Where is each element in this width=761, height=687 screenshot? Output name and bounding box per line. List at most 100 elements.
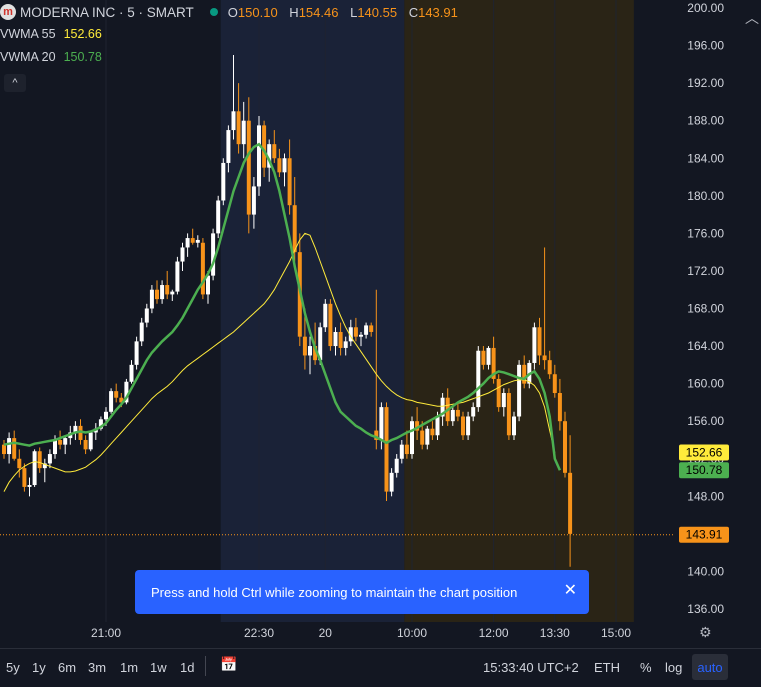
toast-message: Press and hold Ctrl while zooming to mai… — [151, 584, 518, 600]
candle-body — [63, 438, 68, 445]
candle-body — [134, 341, 139, 365]
price-badge-label: 143.91 — [686, 528, 723, 542]
candle-body — [22, 468, 27, 487]
candle-body — [425, 428, 430, 445]
candle-body — [88, 432, 93, 450]
collapse-legend-button[interactable]: ^ — [4, 74, 26, 92]
price-tick-label: 148.00 — [687, 489, 724, 503]
candle-body — [155, 289, 159, 300]
candle-body — [461, 416, 465, 436]
candle-body — [302, 336, 307, 356]
open-value: 150.10 — [237, 4, 278, 20]
candle-body — [231, 111, 236, 131]
candle-body — [282, 158, 287, 173]
candle-body — [333, 331, 338, 347]
auto-scale-button[interactable]: auto — [692, 654, 728, 680]
candle-body — [185, 238, 190, 248]
session-button[interactable]: ETH — [594, 660, 620, 675]
price-tick-label: 156.00 — [687, 414, 724, 428]
open-key: O — [227, 4, 238, 20]
candle-body — [287, 158, 292, 206]
candle-body — [338, 331, 343, 348]
range-1m-button[interactable]: 1m — [120, 660, 138, 675]
candle-body — [257, 125, 261, 187]
vwma20-name: VWMA 20 — [0, 50, 56, 64]
range-3m-button[interactable]: 3m — [88, 660, 106, 675]
candle-body — [144, 308, 149, 323]
high-key: H — [289, 4, 299, 20]
range-1w-button[interactable]: 1w — [150, 660, 167, 675]
candle-body — [517, 364, 522, 417]
chevron-up-icon: ^ — [12, 77, 18, 89]
candle-body — [501, 393, 506, 408]
chevron-up-icon[interactable]: ︿ — [745, 8, 759, 28]
candle-body — [384, 407, 389, 492]
price-tick-label: 184.00 — [687, 151, 724, 165]
candle-body — [552, 374, 557, 394]
premarket-session-band — [220, 0, 405, 622]
market-status-icon[interactable] — [209, 8, 218, 16]
candle-body — [221, 162, 226, 201]
zoom-hint-toast: Press and hold Ctrl while zooming to mai… — [135, 570, 589, 614]
candle-body — [410, 421, 414, 455]
candle-body — [496, 378, 501, 408]
candle-body — [476, 350, 481, 408]
candle-body — [149, 289, 154, 309]
candle-body — [568, 472, 573, 534]
time-tick-label: 12:00 — [479, 626, 509, 640]
range-5y-button[interactable]: 5y — [6, 660, 20, 675]
close-value: 143.91 — [418, 4, 458, 20]
candle-body — [200, 242, 205, 295]
close-icon[interactable]: ✕ — [564, 580, 577, 600]
candle-body — [506, 393, 511, 436]
candle-body — [47, 454, 52, 464]
price-tick-label: 176.00 — [687, 226, 724, 240]
close-key: C — [408, 4, 419, 20]
vwma55-name: VWMA 55 — [0, 27, 56, 41]
vwma55-legend[interactable]: VWMA 55 152.66 — [0, 27, 102, 41]
bottom-toolbar: 5y 1y 6m 3m 1m 1w 1d 15:33:40 UTC+2 ETH … — [0, 648, 761, 687]
candle-body — [430, 428, 435, 436]
candle-body — [129, 364, 134, 382]
candle-body — [308, 346, 312, 356]
candle-body — [455, 409, 460, 417]
candle-body — [12, 438, 17, 459]
candle-body — [114, 391, 119, 398]
candle-body — [364, 325, 369, 335]
gear-icon[interactable]: ⚙ — [699, 624, 712, 641]
price-tick-label: 164.00 — [687, 339, 724, 353]
calendar-goto-icon[interactable]: 📅 — [220, 656, 237, 673]
candle-body — [420, 430, 425, 445]
time-tick-label: 20 — [319, 626, 333, 640]
symbol-title[interactable]: MODERNA INC · 5 · SMART — [20, 5, 194, 20]
clock-time[interactable]: 15:33:40 UTC+2 — [483, 660, 579, 675]
candle-body — [37, 451, 42, 469]
candle-body — [195, 239, 200, 243]
range-1y-button[interactable]: 1y — [32, 660, 46, 675]
candle-body — [547, 360, 552, 375]
time-tick-label: 15:00 — [601, 626, 631, 640]
candle-body — [32, 451, 37, 486]
candle-body — [251, 186, 256, 215]
candle-body — [241, 120, 246, 145]
symbol-row[interactable]: m MODERNA INC · 5 · SMART O150.10 H154.4… — [0, 2, 466, 22]
range-1d-button[interactable]: 1d — [180, 660, 194, 675]
candle-body — [175, 261, 180, 292]
vwma20-legend[interactable]: VWMA 20 150.78 — [0, 50, 102, 64]
log-button[interactable]: log — [665, 660, 682, 675]
candle-body — [542, 355, 547, 361]
candle-body — [450, 409, 455, 422]
candle-body — [180, 247, 185, 262]
candle-body — [58, 439, 63, 445]
postmarket-session-band — [404, 0, 634, 622]
percent-button[interactable]: % — [640, 660, 652, 675]
price-tick-label: 136.00 — [687, 602, 724, 616]
price-tick-label: 192.00 — [687, 76, 724, 90]
price-badge-label: 152.66 — [686, 446, 723, 460]
candle-body — [27, 485, 32, 487]
price-axis[interactable]: 200.00 196.00 192.00 188.00 184.00 180.00 176.… — [675, 0, 761, 648]
candle-body — [262, 125, 267, 168]
range-6m-button[interactable]: 6m — [58, 660, 76, 675]
candle-body — [165, 285, 170, 295]
price-tick-label: 188.00 — [687, 114, 724, 128]
